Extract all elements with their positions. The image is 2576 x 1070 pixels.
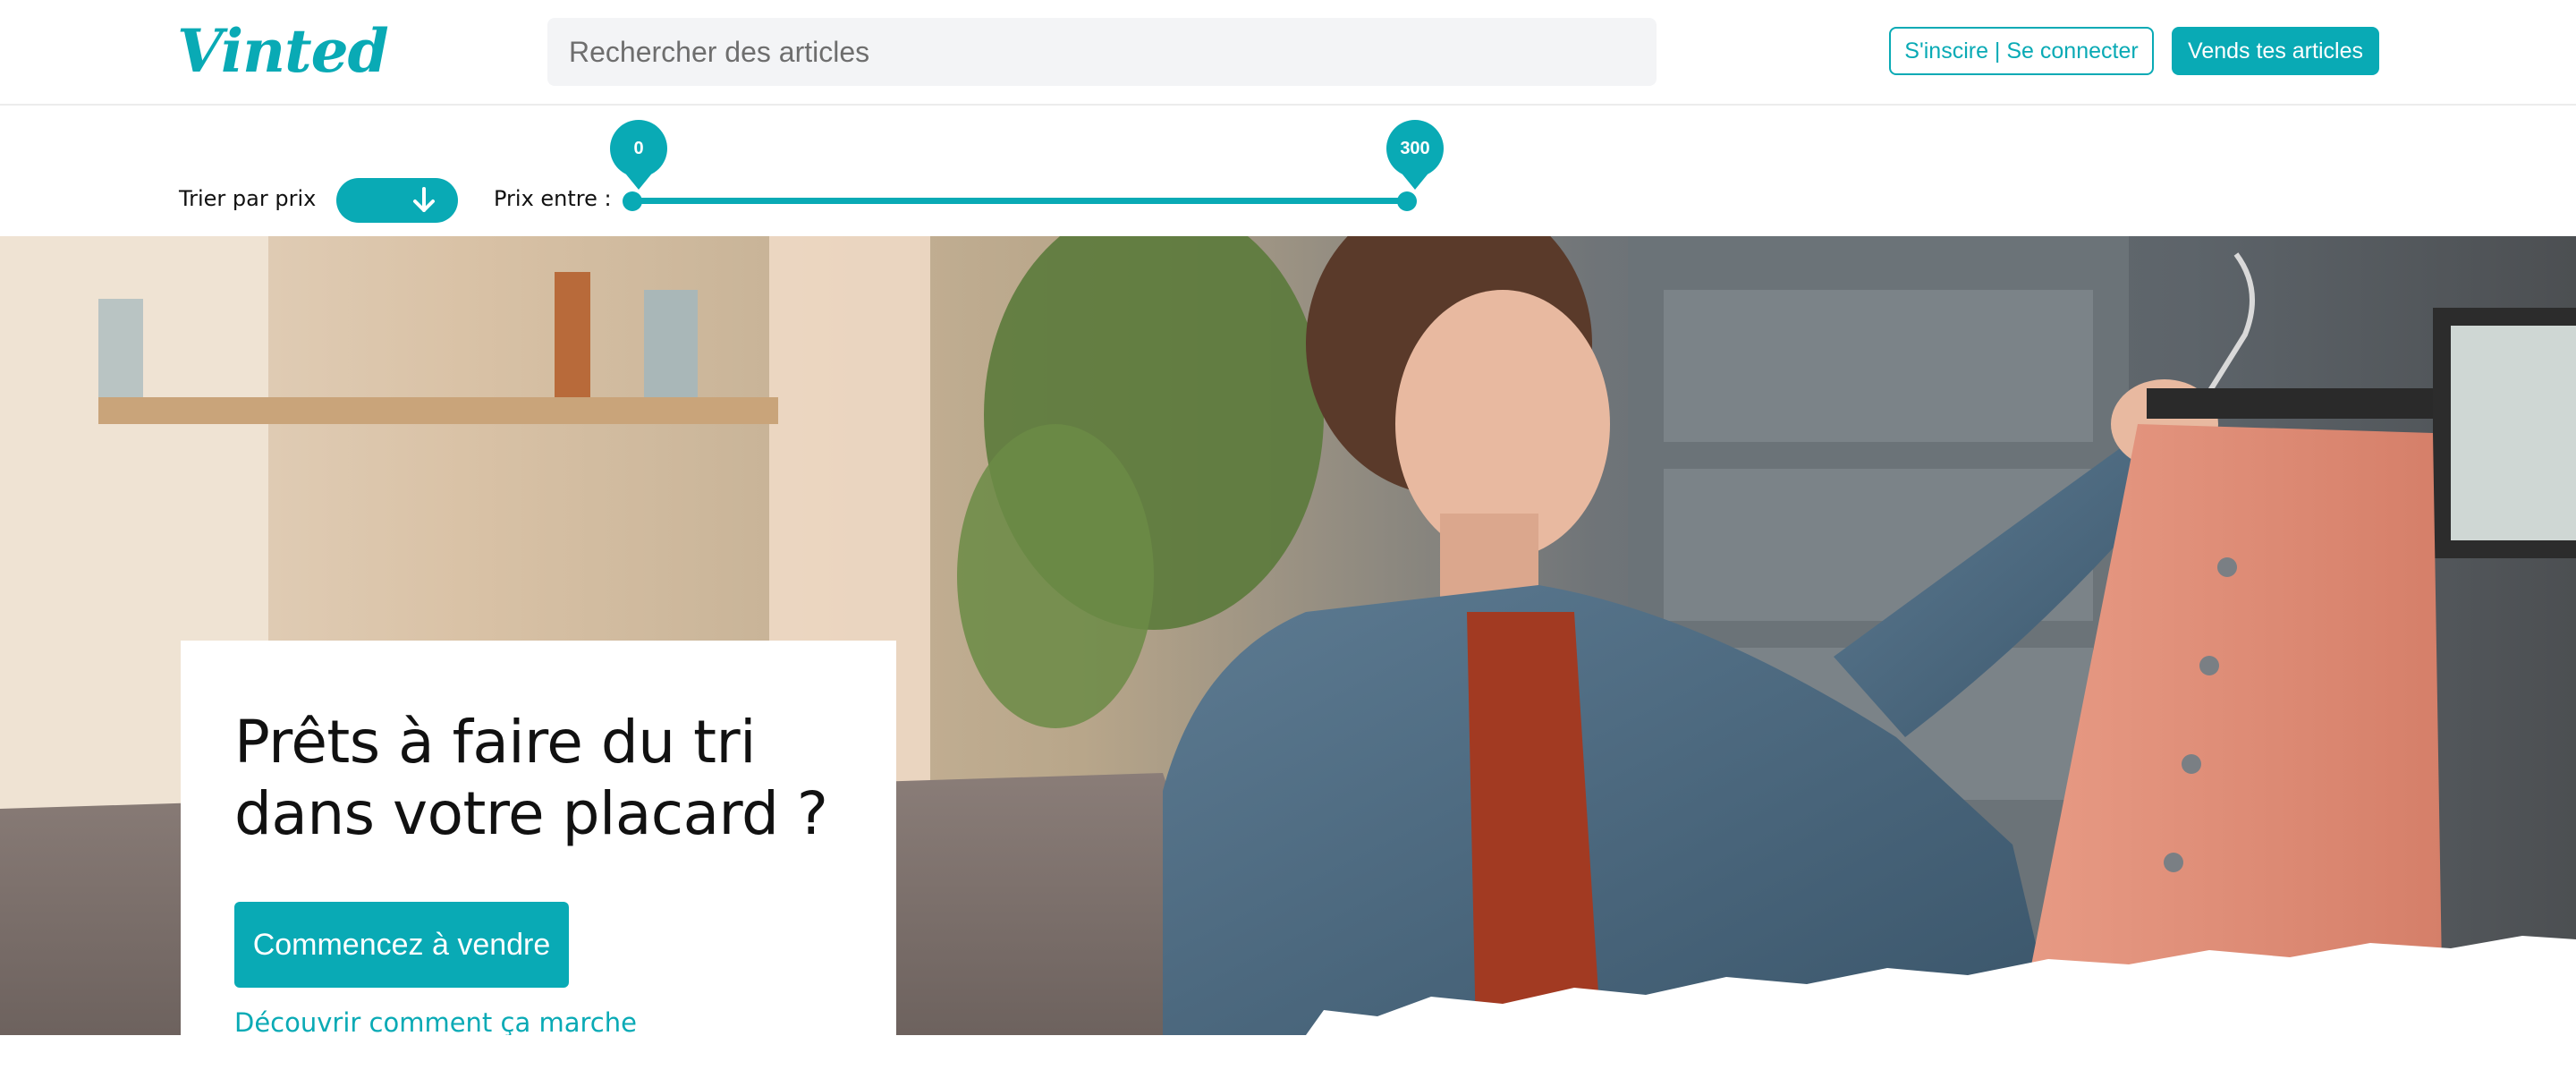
slider-track[interactable] [631, 198, 1408, 204]
hero-title: Prêts à faire du tri dans votre placard … [234, 707, 843, 850]
sort-price-toggle[interactable] [336, 178, 458, 223]
signup-login-button[interactable]: S'inscire | Se connecter [1889, 27, 2154, 75]
price-range-slider[interactable]: 0 300 [610, 107, 1444, 215]
price-max-value: 300 [1400, 138, 1430, 158]
price-min-handle[interactable] [623, 191, 642, 211]
price-max-handle[interactable] [1397, 191, 1417, 211]
vinted-logo[interactable]: Vinted [177, 16, 389, 86]
sell-items-button[interactable]: Vends tes articles [2172, 27, 2379, 75]
hero-card: Prêts à faire du tri dans votre placard … [181, 641, 896, 1035]
start-selling-button[interactable]: Commencez à vendre [234, 902, 569, 988]
search-input[interactable] [567, 34, 1637, 70]
price-min-value: 0 [633, 138, 644, 158]
hero-title-line-1: Prêts à faire du tri [234, 708, 756, 777]
price-range-label: Prix entre : [494, 186, 612, 211]
hero-banner: Prêts à faire du tri dans votre placard … [0, 236, 2576, 1035]
price-max-bubble: 300 [1386, 120, 1444, 191]
arrow-down-icon [413, 187, 435, 212]
top-header: Vinted S'inscire | Se connecter Vends te… [0, 0, 2576, 106]
search-bar[interactable] [547, 18, 1657, 86]
price-min-bubble: 0 [610, 120, 667, 191]
sort-by-price-label: Trier par prix [179, 186, 317, 211]
hero-title-line-2: dans votre placard ? [234, 779, 828, 848]
how-it-works-link[interactable]: Découvrir comment ça marche [234, 1007, 637, 1035]
